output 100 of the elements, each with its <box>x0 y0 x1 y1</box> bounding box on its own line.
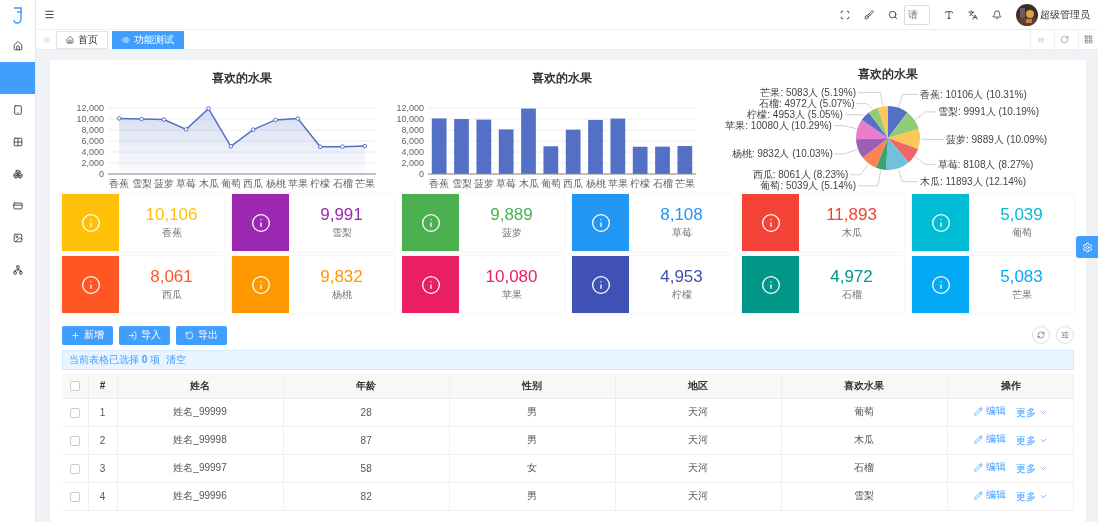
leader-line <box>898 94 919 108</box>
data-point <box>295 116 301 121</box>
leader-line <box>914 156 937 165</box>
axis-tick-label: 芒果 <box>354 178 375 189</box>
export-button[interactable]: 导出 <box>176 325 227 345</box>
stat-label: 菠萝 <box>501 226 522 240</box>
data-label: 葡萄: 5039人 (5.14%) <box>760 180 856 192</box>
leader-line <box>898 169 919 183</box>
stat-label: 葡萄 <box>1011 226 1032 240</box>
info-icon <box>760 212 781 233</box>
column-header: 年龄 <box>283 374 450 398</box>
axis-tick-label: 芒果 <box>674 178 695 189</box>
data-point <box>250 127 256 132</box>
data-label: 杨桃: 9832人 (10.03%) <box>731 148 833 160</box>
column-settings-button[interactable] <box>1056 326 1074 344</box>
checkbox[interactable] <box>69 381 80 392</box>
more-link[interactable]: 更多 <box>1015 489 1048 504</box>
table-cell: 82 <box>283 482 450 510</box>
more-link[interactable]: 更多 <box>1015 433 1048 448</box>
stat-value: 9,832 <box>320 267 363 287</box>
axis-tick-label: 石榴 <box>332 178 353 189</box>
axis-tick-label: 6,000 <box>81 136 104 146</box>
info-icon <box>930 212 951 233</box>
sliders-icon <box>1061 331 1069 339</box>
table-cell: 2 <box>88 426 117 454</box>
add-button[interactable]: 新增 <box>62 325 113 345</box>
search-icon[interactable] <box>888 9 898 20</box>
info-icon <box>930 274 951 295</box>
import-button[interactable]: 导入 <box>119 325 170 345</box>
bell-icon[interactable] <box>992 9 1002 20</box>
axis-tick-label: 2,000 <box>401 158 424 168</box>
data-point <box>273 117 278 123</box>
axis-tick-label: 石榴 <box>652 178 673 189</box>
stat-value: 4,972 <box>830 267 873 287</box>
settings-button[interactable] <box>1076 236 1098 258</box>
table-cell: 男 <box>449 398 616 426</box>
table-cell: 天河 <box>615 426 782 454</box>
plus-icon <box>71 330 80 340</box>
data-point <box>362 143 368 149</box>
checkbox[interactable] <box>69 407 80 418</box>
axis-tick-label: 木瓜 <box>198 178 219 189</box>
font-size-icon[interactable] <box>944 9 954 20</box>
axis-tick-label: 8,000 <box>81 125 104 135</box>
info-icon <box>80 274 101 295</box>
data-label: 菠萝: 9889人 (10.09%) <box>945 134 1048 146</box>
more-link[interactable]: 更多 <box>1015 461 1048 476</box>
info-icon <box>760 274 781 295</box>
info-icon <box>250 274 271 295</box>
axis-tick-label: 6,000 <box>401 136 424 146</box>
table-cell: 58 <box>283 454 450 482</box>
table-cell: 4 <box>88 482 117 510</box>
checkbox[interactable] <box>69 463 80 474</box>
data-label: 苹果: 10080人 (10.29%) <box>725 120 832 132</box>
axis-tick-label: 0 <box>99 169 104 179</box>
settings-icon <box>1081 241 1093 253</box>
pencil-icon <box>973 434 983 444</box>
more-link[interactable]: 更多 <box>1015 405 1048 420</box>
chart-title: 喜欢的水果 <box>858 67 918 81</box>
axis-tick-label: 苹果 <box>607 178 628 189</box>
leader-line <box>920 138 945 140</box>
brush-icon[interactable] <box>864 9 874 20</box>
stat-value: 10,080 <box>485 267 538 287</box>
edit-link[interactable]: 编辑 <box>973 404 1006 419</box>
pencil-icon <box>973 462 983 472</box>
bar <box>655 146 670 174</box>
axis-tick-label: 草莓 <box>176 178 197 189</box>
tablet-icon <box>12 105 23 115</box>
column-header: 喜欢水果 <box>781 374 948 398</box>
edit-link[interactable]: 编辑 <box>973 488 1006 503</box>
axis-tick-label: 菠萝 <box>153 178 174 189</box>
info-icon <box>250 212 271 233</box>
refresh-button[interactable] <box>1032 326 1050 344</box>
axis-tick-label: 8,000 <box>401 125 424 135</box>
user-name[interactable]: 超级管理员 <box>1040 7 1090 22</box>
tab[interactable]: 首页 <box>56 30 108 49</box>
edit-link[interactable]: 编辑 <box>973 432 1006 447</box>
data-point <box>206 106 211 111</box>
axis-tick-label: 10,000 <box>76 114 104 124</box>
menu-icon[interactable] <box>44 9 55 20</box>
stat-value: 9,991 <box>320 205 363 225</box>
search-field[interactable]: 请 <box>904 4 930 25</box>
column-header: 姓名 <box>117 374 284 398</box>
tab[interactable]: 功能测试 <box>112 30 184 49</box>
checkbox[interactable] <box>69 491 80 502</box>
stat-value: 10,106 <box>145 205 198 225</box>
leader-line <box>833 125 857 130</box>
data-point <box>139 116 144 122</box>
translate-icon[interactable] <box>968 9 978 20</box>
edit-link[interactable]: 编辑 <box>973 460 1006 475</box>
fullscreen-icon[interactable] <box>840 9 850 20</box>
checkbox[interactable] <box>69 435 80 446</box>
stat-label: 香蕉 <box>161 226 182 240</box>
data-label: 香蕉: 10106人 (10.31%) <box>920 88 1027 100</box>
leader-line <box>914 111 937 120</box>
stat-label: 杨桃 <box>331 288 352 302</box>
data-label: 西瓜: 8061人 (8.23%) <box>752 169 849 181</box>
info-icon <box>590 212 611 233</box>
bar <box>610 118 626 174</box>
table-cell: 姓名_99999 <box>117 398 284 426</box>
clear-link[interactable]: 清空 <box>166 353 187 367</box>
